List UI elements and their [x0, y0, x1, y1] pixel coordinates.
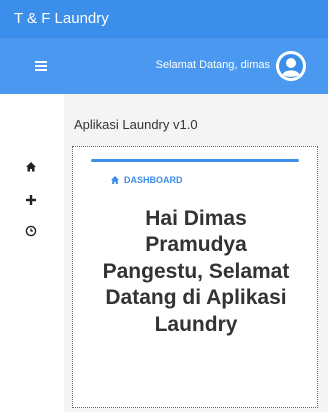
page-title: Aplikasi Laundry v1.0 [74, 117, 198, 132]
sidebar [0, 94, 64, 412]
greeting-text: Hai Dimas Pramudya Pangestu, Selamat Dat… [102, 207, 290, 336]
hamburger-menu-icon[interactable] [35, 61, 47, 71]
dashboard-label-text: DASHBOARD [124, 175, 183, 185]
home-icon [111, 176, 119, 184]
top-navbar: Selamat Datang, dimas [0, 38, 328, 94]
app-title: T & F Laundry [14, 10, 109, 27]
app-title-bar: T & F Laundry [0, 0, 328, 38]
sidebar-item-home[interactable] [22, 158, 40, 176]
dashboard-card: DASHBOARD Hai Dimas Pramudya Pangestu, S… [72, 146, 318, 408]
card-accent-line [91, 159, 299, 162]
plus-icon [26, 195, 36, 205]
history-icon [25, 225, 37, 237]
dashboard-label: DASHBOARD [110, 175, 183, 185]
user-avatar-icon[interactable] [276, 51, 306, 81]
welcome-text: Selamat Datang, dimas [155, 59, 270, 71]
home-icon [26, 162, 36, 172]
sidebar-item-add[interactable] [22, 191, 40, 209]
sidebar-item-history[interactable] [22, 222, 40, 240]
main-content: Aplikasi Laundry v1.0 DASHBOARD Hai Dima… [64, 94, 328, 412]
